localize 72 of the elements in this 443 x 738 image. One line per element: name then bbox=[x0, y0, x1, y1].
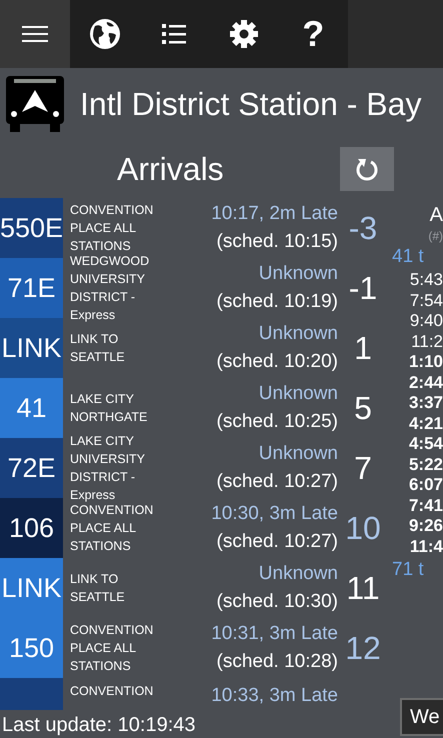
scheduled-time: (sched. 10:19) bbox=[216, 290, 338, 314]
schedule-time: 5:43 bbox=[410, 270, 443, 290]
scheduled-time: (sched. 10:15) bbox=[216, 230, 338, 254]
globe-icon bbox=[88, 18, 121, 50]
day-dropdown[interactable]: We bbox=[400, 698, 443, 736]
section-title: Arrivals bbox=[117, 150, 225, 188]
destination-text: LAKE CITY NORTHGATE bbox=[70, 391, 148, 426]
list-icon bbox=[162, 23, 186, 45]
minutes-away: -1 bbox=[348, 270, 378, 306]
arrival-status: Unknown bbox=[258, 262, 338, 286]
minutes-away: -3 bbox=[348, 210, 378, 246]
arrival-status: 10:30, 3m Late bbox=[211, 502, 338, 526]
arrival-status: 10:33, 3m Late bbox=[211, 684, 338, 708]
scheduled-time: (sched. 10:27) bbox=[216, 530, 338, 554]
bus-icon bbox=[6, 76, 64, 132]
schedule-route-heading: 41 t bbox=[391, 245, 424, 269]
schedule-time: 11:4 bbox=[410, 536, 443, 557]
schedule-time: 7:41 bbox=[408, 496, 443, 516]
arrival-status: 10:17, 2m Late bbox=[211, 202, 338, 226]
minutes-away: 7 bbox=[353, 450, 373, 486]
menu-icon bbox=[22, 25, 48, 43]
destination-text: WEDGWOOD UNIVERSITY DISTRICT - Express bbox=[70, 253, 150, 324]
schedule-title: A bbox=[430, 203, 443, 228]
minutes-away: 12 bbox=[344, 630, 382, 666]
destination-text: LINK TO SEATTLE bbox=[70, 571, 126, 606]
arrival-status: Unknown bbox=[258, 442, 338, 466]
schedule-time: 4:21 bbox=[408, 414, 443, 434]
refresh-icon bbox=[355, 156, 379, 182]
minutes-away: 11 bbox=[345, 570, 381, 606]
schedule-time: 11:2 bbox=[411, 332, 443, 352]
menu-button[interactable] bbox=[0, 0, 70, 68]
route-number: 106 bbox=[8, 512, 54, 544]
schedule-time: 9:40 bbox=[410, 311, 443, 332]
schedule-time: 7:54 bbox=[410, 290, 443, 311]
schedule-time: 4:54 bbox=[408, 434, 443, 454]
scheduled-time: (sched. 10:25) bbox=[216, 410, 338, 434]
schedule-time: 2:44 bbox=[408, 372, 443, 393]
route-number: 41 bbox=[16, 392, 47, 424]
minutes-away: 10 bbox=[344, 510, 382, 546]
schedule-subtitle: (#) bbox=[428, 228, 443, 244]
schedule-time: 6:07 bbox=[408, 475, 443, 496]
last-update-text: Last update: 10:19:43 bbox=[2, 713, 196, 738]
destination-text: LAKE CITY UNIVERSITY DISTRICT - Express bbox=[70, 433, 146, 504]
schedule-time: 9:26 bbox=[408, 516, 443, 536]
arrival-status: Unknown bbox=[258, 322, 338, 346]
destination-text: CONVENTION PLACE ALL STATIONS bbox=[70, 502, 154, 555]
minutes-away: 5 bbox=[353, 390, 373, 426]
route-number: 72E bbox=[7, 452, 56, 484]
route-number: 71E bbox=[7, 272, 56, 304]
help-button[interactable]: ? bbox=[293, 14, 334, 54]
schedule-route-heading: 71 t bbox=[391, 558, 424, 582]
scheduled-time: (sched. 10:20) bbox=[216, 350, 338, 374]
scheduled-time: (sched. 10:28) bbox=[216, 650, 338, 674]
arrival-status: 10:31, 3m Late bbox=[211, 622, 338, 646]
arrival-status: Unknown bbox=[258, 382, 338, 406]
scheduled-time: (sched. 10:30) bbox=[216, 590, 338, 614]
refresh-button[interactable] bbox=[340, 147, 394, 191]
schedule-time: 1:10 bbox=[408, 352, 443, 372]
destination-text: CONVENTION PLACE ALL STATIONS bbox=[70, 202, 154, 255]
schedule-time: 3:37 bbox=[408, 393, 443, 414]
destination-text: CONVENTION bbox=[70, 683, 154, 700]
route-number: 550E bbox=[0, 212, 64, 244]
minutes-away: 1 bbox=[353, 330, 373, 366]
scheduled-time: (sched. 10:27) bbox=[216, 470, 338, 494]
schedule-time: 5:22 bbox=[408, 454, 443, 475]
destination-text: LINK TO SEATTLE bbox=[70, 331, 126, 366]
arrival-status: Unknown bbox=[258, 562, 338, 586]
route-number: 150 bbox=[8, 632, 54, 664]
destination-text: CONVENTION PLACE ALL STATIONS bbox=[70, 622, 154, 675]
route-number: LINK bbox=[1, 572, 62, 604]
route-number: LINK bbox=[1, 332, 62, 364]
stop-title: Intl District Station - Bay bbox=[80, 86, 422, 122]
